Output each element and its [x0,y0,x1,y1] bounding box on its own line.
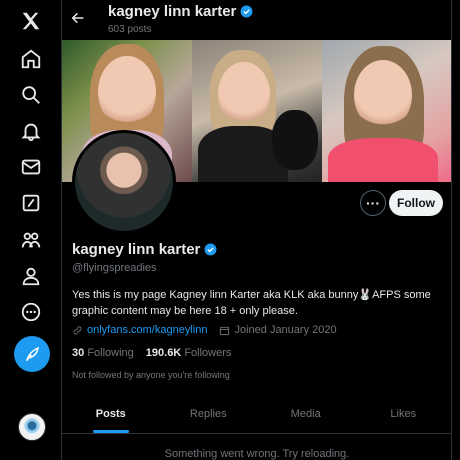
profile-name: kagney linn karter [72,241,217,258]
search-icon[interactable] [16,80,46,110]
profile-avatar[interactable] [72,130,176,234]
profile-tabs: Posts Replies Media Likes [62,394,452,434]
more-options-button[interactable]: ··· [360,190,386,216]
error-message: Something went wrong. Try reloading. [164,448,350,460]
post-count: 603 posts [108,24,152,35]
header-name: kagney linn karter [108,3,237,20]
mail-icon[interactable] [16,152,46,182]
verified-badge-icon [240,5,253,18]
communities-icon[interactable] [16,225,46,255]
followers-count: 190.6K [145,347,182,359]
profile-header-bar: kagney linn karter 603 posts [62,0,451,40]
calendar-icon [220,326,230,335]
more-icon[interactable] [16,297,46,327]
banner-photo-3 [322,40,451,182]
followers-stat[interactable]: 190.6K Followers [146,347,232,359]
bell-icon[interactable] [16,116,46,146]
profile-display-name: kagney linn karter [72,241,201,258]
profile-meta: onlyfans.com/kagneylinn Joined January 2… [72,324,337,336]
profile-handle: @flyingspreadies [72,262,157,274]
mutual-followers-note: Not followed by anyone you're following [72,370,230,380]
follow-button[interactable]: Follow [389,190,443,216]
tab-replies[interactable]: Replies [160,394,258,433]
profile-bio: Yes this is my page Kagney linn Karter a… [72,289,431,317]
profile-link[interactable]: onlyfans.com/kagneylinn [87,324,207,336]
x-logo-icon[interactable] [16,6,46,36]
follow-stats: 30 Following 190.6K Followers [72,347,231,359]
profile-icon[interactable] [16,261,46,291]
left-nav [0,0,62,460]
compose-post-button[interactable] [14,336,50,372]
followers-label: Followers [184,347,232,359]
joined-date: Joined January 2020 [234,324,337,336]
grok-icon[interactable] [16,188,46,218]
main-column: kagney linn karter 603 posts ··· Follow … [62,0,452,460]
tab-media[interactable]: Media [257,394,355,433]
header-title: kagney linn karter [108,3,253,20]
feather-icon [26,346,39,362]
following-count: 30 [72,347,85,359]
banner-photo-2 [192,40,322,182]
back-arrow-icon[interactable] [68,8,88,28]
home-icon[interactable] [16,44,46,74]
link-icon [73,325,82,335]
tab-likes[interactable]: Likes [355,394,452,433]
verified-badge-icon [204,243,217,256]
tab-posts[interactable]: Posts [62,394,160,433]
following-stat[interactable]: 30 Following [72,347,134,359]
following-label: Following [87,347,134,359]
account-avatar[interactable] [18,413,46,441]
